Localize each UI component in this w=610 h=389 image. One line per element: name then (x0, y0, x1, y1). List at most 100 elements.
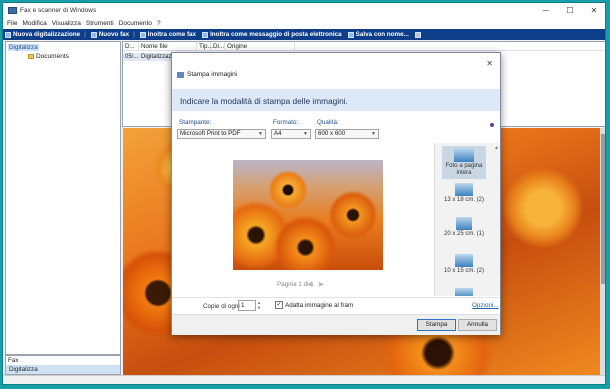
save-as-button[interactable]: Salva con nome... (346, 31, 409, 38)
layout-full-page[interactable]: Foto a pagina intera (442, 146, 486, 179)
new-fax-label: Nuovo fax (98, 31, 130, 38)
toolbar-separator: | (84, 31, 86, 38)
tree-item-digitalizza[interactable]: ⊟ Digitalizza (8, 43, 39, 51)
column-filename[interactable]: Nome file (139, 42, 197, 51)
tree-item-label: Documents (36, 52, 69, 60)
forward-email-label: Inoltra come messaggio di posta elettron… (210, 31, 342, 38)
menu-visualizza[interactable]: Visualizza (52, 20, 81, 27)
new-scan-label: Nuova digitalizzazione (13, 31, 81, 38)
layout-thumbnail (455, 183, 473, 196)
print-preview-image (233, 160, 383, 270)
flower-shape (273, 215, 338, 270)
scanner-icon (5, 31, 11, 38)
format-label: Formato: (273, 119, 299, 126)
delete-button[interactable] (413, 31, 423, 38)
close-button[interactable]: ✕ (581, 3, 605, 18)
window-title: Fax e scanner di Windows (20, 7, 97, 14)
toolbar: Nuova digitalizzazione | Nuovo fax | Ino… (3, 29, 605, 40)
fit-image-checkbox[interactable]: ✓ (275, 301, 283, 309)
minimize-button[interactable]: ─ (533, 3, 559, 18)
folder-tree: ⊟ Digitalizza Documents (5, 41, 121, 355)
dialog-footer: Stampa Annulla (172, 314, 500, 335)
forward-fax-button[interactable]: Inoltra come fax (138, 31, 196, 38)
layout-13x18[interactable]: 13 x 18 cm. (2) (442, 183, 486, 204)
forward-email-button[interactable]: Inoltra come messaggio di posta elettron… (200, 31, 342, 38)
layout-label: 10 x 15 cm. (2) (443, 268, 484, 274)
layout-thumbnail (455, 254, 473, 267)
save-icon (347, 31, 354, 38)
format-value: A4 (274, 130, 282, 137)
copies-label: Copie di ogni (203, 303, 240, 310)
vertical-scrollbar[interactable] (600, 128, 605, 375)
chevron-down-icon: ▼ (371, 131, 376, 137)
options-icon[interactable] (490, 123, 494, 127)
previous-page-icon[interactable]: ◀ (307, 280, 312, 288)
fax-scan-app-icon (8, 7, 17, 14)
forward-fax-icon (139, 31, 146, 38)
dialog-heading: Indicare la modalità di stampa delle imm… (180, 96, 348, 106)
nav-digitalizza[interactable]: Digitalizza (6, 365, 120, 374)
layout-10x15[interactable]: 10 x 15 cm. (2) (442, 254, 486, 275)
layout-20x25[interactable]: 20 x 25 cm. (1) (442, 217, 486, 238)
format-select[interactable]: A4 ▼ (271, 129, 311, 139)
dialog-title: Stampa immagini (177, 71, 237, 78)
email-icon (202, 31, 209, 38)
layout-label: Foto a pagina intera (445, 163, 483, 176)
fax-icon (90, 31, 97, 38)
copies-input[interactable]: 1 (238, 300, 256, 311)
forward-fax-label: Inoltra come fax (147, 31, 197, 38)
printer-value: Microsoft Print to PDF (180, 130, 241, 137)
menu-file[interactable]: File (7, 20, 17, 27)
toolbar-separator: | (133, 31, 135, 38)
layout-label: 13 x 18 cm. (2) (443, 197, 484, 203)
fit-image-label: Adatta immagine al fram (285, 302, 354, 309)
quality-select[interactable]: 600 x 600 ▼ (315, 129, 379, 139)
quality-label: Qualità: (317, 119, 339, 126)
cancel-button[interactable]: Annulla (458, 319, 497, 331)
print-dialog: ✕ Stampa immagini Indicare la modalità d… (171, 52, 501, 335)
scrollbar-thumb[interactable] (601, 134, 605, 284)
print-preview-area: Pagina 1 di 1 ◀ ▶ (174, 141, 431, 296)
flower-shape (268, 170, 308, 210)
layout-thumbnail (456, 217, 472, 230)
printer-label: Stampante: (179, 119, 212, 126)
flower-shape (503, 168, 583, 248)
dialog-close-button[interactable]: ✕ (486, 59, 493, 68)
row-date: 05/... (125, 54, 139, 60)
next-page-icon[interactable]: ▶ (319, 280, 324, 288)
column-header-row: D... Nome file Tip... Di... Origine (123, 42, 605, 51)
menu-modifica[interactable]: Modifica (22, 20, 46, 27)
column-type[interactable]: Tip... (197, 42, 213, 51)
menu-help[interactable]: ? (157, 20, 161, 27)
nav-fax[interactable]: Fax (8, 357, 19, 364)
column-source[interactable]: Origine (225, 42, 295, 51)
chevron-down-icon: ▼ (258, 131, 263, 137)
folder-icon (28, 53, 34, 59)
printer-select[interactable]: Microsoft Print to PDF ▼ (177, 129, 266, 139)
print-button[interactable]: Stampa (417, 319, 456, 331)
title-bar: Fax e scanner di Windows ─ ☐ ✕ (3, 3, 605, 18)
quality-value: 600 x 600 (318, 130, 346, 137)
chevron-down-icon: ▼ (303, 131, 308, 137)
menu-bar: File Modifica Visualizza Strumenti Docum… (3, 18, 605, 29)
column-size[interactable]: Di... (211, 42, 225, 51)
layout-list: Foto a pagina intera 13 x 18 cm. (2) 20 … (434, 143, 500, 296)
new-scan-button[interactable]: Nuova digitalizzazione (3, 31, 80, 38)
dialog-heading-bar: Indicare la modalità di stampa delle imm… (172, 89, 500, 111)
maximize-button[interactable]: ☐ (557, 3, 583, 18)
copies-stepper[interactable]: ▲ ▼ (257, 300, 262, 311)
tree-item-documents[interactable]: Documents (28, 52, 69, 60)
navigation-pane: Fax Digitalizza (5, 355, 121, 375)
scroll-up-icon[interactable]: ▲ (494, 145, 499, 151)
layout-scrollbar[interactable]: ▲ (494, 145, 499, 294)
save-as-label: Salva con nome... (355, 31, 409, 38)
column-date[interactable]: D... (123, 42, 139, 51)
menu-strumenti[interactable]: Strumenti (86, 20, 114, 27)
printer-icon (177, 71, 184, 78)
delete-icon (414, 31, 421, 38)
menu-documento[interactable]: Documento (119, 20, 152, 27)
options-link[interactable]: Opzioni... (472, 302, 499, 309)
new-fax-button[interactable]: Nuovo fax (89, 31, 129, 38)
layout-more[interactable] (442, 288, 486, 296)
dialog-title-text: Stampa immagini (187, 71, 238, 78)
